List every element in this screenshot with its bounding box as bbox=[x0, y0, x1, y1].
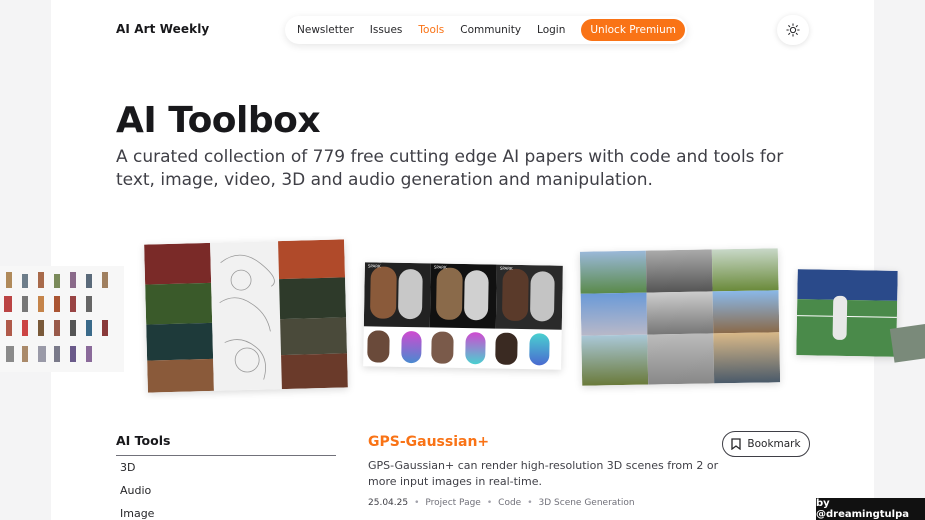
spark-label-3: SPARK bbox=[499, 265, 513, 271]
unlock-premium-button[interactable]: Unlock Premium bbox=[581, 19, 685, 41]
landscape-grid-image[interactable] bbox=[579, 248, 781, 386]
spark-label-1: SPARK bbox=[367, 263, 381, 269]
sidebar-item-image[interactable]: Image bbox=[120, 507, 154, 520]
image-gallery: SPARK SPARK SPARK bbox=[0, 236, 925, 400]
tool-date: 25.04.25 bbox=[368, 498, 409, 508]
character-sprites-image[interactable] bbox=[0, 266, 124, 372]
bookmark-button[interactable]: Bookmark bbox=[722, 431, 810, 457]
bookmark-label: Bookmark bbox=[747, 438, 801, 450]
meta-separator: • bbox=[414, 498, 420, 508]
meta-separator: • bbox=[527, 498, 533, 508]
nav-login[interactable]: Login bbox=[537, 24, 565, 36]
tool-title[interactable]: GPS-Gaussian+ bbox=[368, 434, 489, 450]
meta-separator: • bbox=[486, 498, 493, 508]
face-3d-reconstruction-image[interactable]: SPARK SPARK SPARK bbox=[363, 262, 563, 370]
tool-description: GPS-Gaussian+ can render high-resolution… bbox=[368, 459, 719, 488]
tool-meta: 25.04.25 • Project Page • Code • 3D Scen… bbox=[368, 498, 635, 508]
project-page-link[interactable]: Project Page bbox=[425, 498, 480, 508]
nav-tools[interactable]: Tools bbox=[418, 24, 444, 36]
anime-frames-image[interactable] bbox=[144, 239, 348, 393]
credit-badge[interactable]: by @dreamingtulpa bbox=[816, 498, 925, 520]
nav-newsletter[interactable]: Newsletter bbox=[297, 24, 354, 36]
nav-community[interactable]: Community bbox=[460, 24, 521, 36]
sprite-grid-graphic bbox=[4, 272, 108, 362]
sketch-lines-graphic bbox=[219, 254, 275, 380]
category-link[interactable]: 3D Scene Generation bbox=[539, 498, 635, 508]
brand-logo[interactable]: AI Art Weekly bbox=[116, 22, 209, 36]
theme-toggle-button[interactable] bbox=[777, 15, 809, 45]
page-subtitle: A curated collection of 779 free cutting… bbox=[116, 147, 784, 190]
bookmark-icon bbox=[731, 438, 742, 450]
spark-label-2: SPARK bbox=[433, 264, 447, 270]
nav-issues[interactable]: Issues bbox=[370, 24, 403, 36]
sidebar-title: AI Tools bbox=[116, 433, 336, 456]
sidebar-item-3d[interactable]: 3D bbox=[120, 461, 135, 474]
page-title: AI Toolbox bbox=[116, 100, 321, 141]
main-nav: Newsletter Issues Tools Community Login … bbox=[285, 16, 687, 44]
partial-image-right bbox=[889, 323, 925, 363]
tennis-scene-image[interactable] bbox=[796, 269, 898, 357]
code-link[interactable]: Code bbox=[498, 498, 521, 508]
sun-icon bbox=[786, 23, 800, 37]
sidebar-item-audio[interactable]: Audio bbox=[120, 484, 151, 497]
